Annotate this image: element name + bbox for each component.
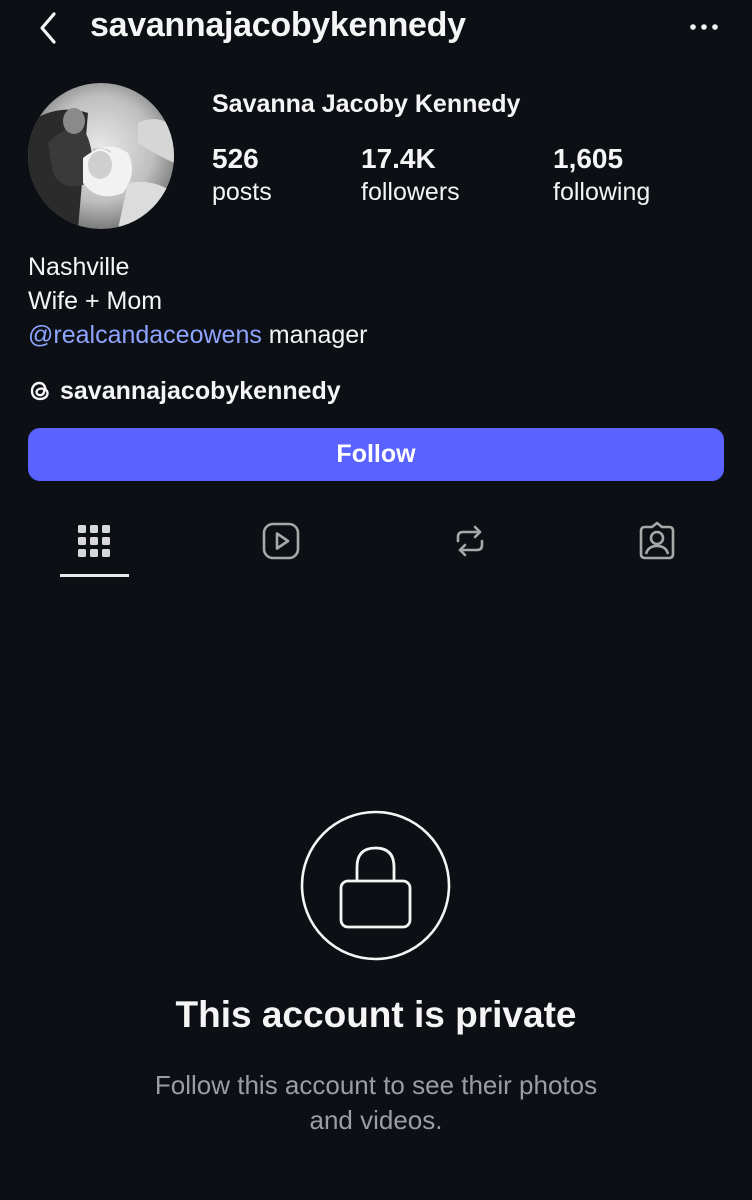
repost-icon (456, 525, 484, 557)
back-button[interactable] (30, 8, 70, 48)
following-count[interactable]: 1,605 following (553, 142, 650, 208)
tab-tagged[interactable] (632, 516, 682, 566)
private-subtitle: Follow this account to see their photos … (0, 1068, 752, 1138)
profile-bio: Nashville Wife + Mom @realcandaceowens m… (28, 250, 367, 352)
tab-reels[interactable] (256, 516, 306, 566)
ellipsis-icon (690, 24, 718, 30)
grid-icon (78, 525, 110, 557)
following-count-value: 1,605 (553, 143, 624, 174)
threads-handle: savannajacobykennedy (60, 376, 341, 405)
reels-icon (262, 522, 300, 560)
tab-reposts[interactable] (445, 516, 495, 566)
display-name: Savanna Jacoby Kennedy (212, 90, 521, 118)
tagged-icon (639, 521, 675, 560)
follow-button[interactable]: Follow (28, 428, 724, 481)
private-subtitle-line1: Follow this account to see their photos (154, 1070, 598, 1100)
lock-icon (300, 810, 451, 961)
mention-link[interactable]: @realcandaceowens (28, 321, 262, 349)
posts-count-label: posts (212, 178, 272, 206)
threads-link[interactable]: savannajacobykennedy (28, 373, 341, 409)
profile-avatar[interactable] (28, 83, 174, 229)
profile-page: savannajacobykennedy Savanna Jacoby Kenn… (0, 0, 752, 1200)
private-subtitle-line2: and videos. (309, 1105, 443, 1135)
tab-posts-grid[interactable] (69, 516, 119, 566)
followers-count-value: 17.4K (361, 143, 436, 174)
bio-line-description: Wife + Mom (28, 287, 163, 315)
chevron-left-icon (40, 12, 56, 44)
bio-line-location: Nashville (28, 253, 130, 281)
posts-count: 526 posts (212, 142, 272, 208)
bio-line-mention: @realcandaceowens manager (28, 318, 367, 352)
active-tab-indicator (60, 574, 129, 577)
posts-count-value: 526 (212, 143, 259, 174)
mention-suffix: manager (261, 321, 368, 349)
header-username: savannajacobykennedy (90, 6, 466, 44)
private-lock-badge (300, 810, 451, 961)
following-count-label: following (553, 178, 651, 206)
private-title: This account is private (175, 994, 577, 1035)
followers-count-label: followers (361, 178, 460, 206)
followers-count[interactable]: 17.4K followers (361, 142, 460, 208)
threads-icon (30, 381, 49, 401)
more-options-button[interactable] (686, 12, 722, 42)
